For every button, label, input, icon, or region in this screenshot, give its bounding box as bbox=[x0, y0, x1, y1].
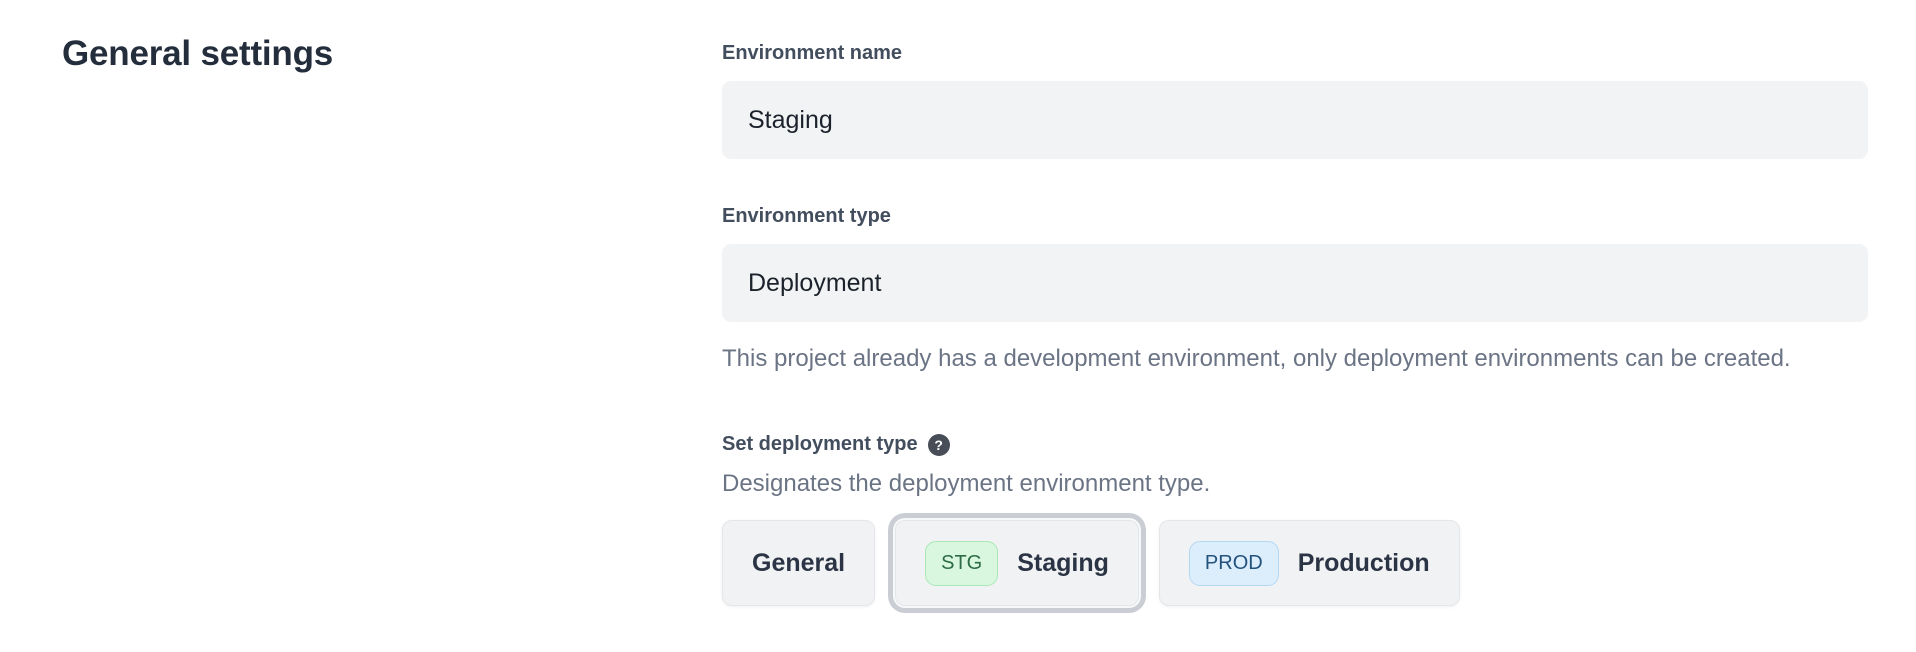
stg-badge: STG bbox=[925, 541, 998, 586]
deployment-type-option-staging[interactable]: STG Staging bbox=[895, 520, 1139, 606]
environment-type-input[interactable] bbox=[722, 244, 1868, 322]
deployment-type-description: Designates the deployment environment ty… bbox=[722, 470, 1868, 498]
deployment-type-label-row: Set deployment type ? bbox=[722, 433, 1868, 456]
settings-form: Environment name Environment type This p… bbox=[722, 42, 1868, 606]
deployment-type-label: Set deployment type bbox=[722, 433, 918, 456]
environment-name-label: Environment name bbox=[722, 42, 1868, 65]
environment-type-label: Environment type bbox=[722, 205, 1868, 228]
prod-badge: PROD bbox=[1189, 541, 1279, 586]
deployment-type-option-general[interactable]: General bbox=[722, 520, 875, 606]
deployment-type-group: Set deployment type ? Designates the dep… bbox=[722, 433, 1868, 606]
environment-type-group: Environment type This project already ha… bbox=[722, 205, 1868, 379]
deployment-type-option-staging-label: Staging bbox=[1017, 549, 1109, 578]
deployment-type-option-production[interactable]: PROD Production bbox=[1159, 520, 1460, 606]
deployment-type-option-general-label: General bbox=[752, 549, 845, 578]
deployment-type-options: General STG Staging PROD Production bbox=[722, 520, 1868, 606]
environment-name-input[interactable] bbox=[722, 81, 1868, 159]
question-mark-icon[interactable]: ? bbox=[928, 434, 950, 456]
environment-type-help-text: This project already has a development e… bbox=[722, 339, 1802, 379]
deployment-type-option-production-label: Production bbox=[1298, 549, 1430, 578]
environment-name-group: Environment name bbox=[722, 42, 1868, 159]
page-title: General settings bbox=[62, 34, 333, 74]
